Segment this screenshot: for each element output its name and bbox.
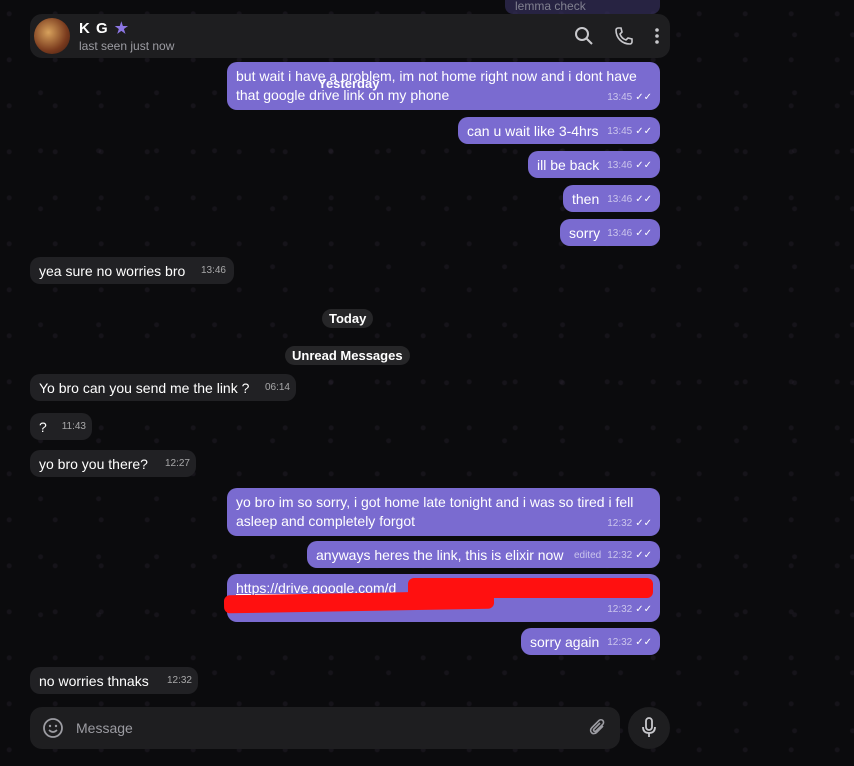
contact-status: last seen just now: [79, 39, 175, 53]
message-text: sorry: [569, 225, 601, 241]
phone-icon[interactable]: [614, 26, 634, 46]
message-incoming[interactable]: ? 11:43: [30, 413, 92, 440]
message-time: 13:46: [607, 194, 633, 205]
message-time: 12:32: [166, 675, 192, 686]
message-outgoing[interactable]: can u wait like 3-4hrs 13:45 ✓✓: [458, 117, 660, 144]
message-text: yea sure no worries bro: [39, 263, 186, 279]
edited-label: edited: [573, 550, 602, 561]
message-text: ?: [39, 419, 47, 435]
date-pill-yesterday: Yesterday: [318, 76, 380, 91]
message-outgoing[interactable]: then 13:46 ✓✓: [563, 185, 660, 212]
message-time: 13:45: [607, 126, 633, 137]
message-outgoing[interactable]: yo bro im so sorry, i got home late toni…: [227, 488, 660, 536]
message-text: sorry again: [530, 634, 600, 650]
double-check-icon: ✓✓: [635, 550, 652, 561]
ghost-message: lemma check: [505, 0, 660, 14]
header-info[interactable]: K G ★ last seen just now: [79, 19, 574, 54]
message-incoming[interactable]: yo bro you there? 12:27: [30, 450, 196, 477]
message-outgoing[interactable]: anyways heres the link, this is elixir n…: [307, 541, 660, 568]
contact-name: K G ★: [79, 19, 574, 38]
message-time: 13:46: [200, 265, 226, 276]
message-outgoing[interactable]: sorry 13:46 ✓✓: [560, 219, 660, 246]
message-input[interactable]: Message: [76, 720, 588, 736]
message-text: then: [572, 191, 600, 207]
avatar[interactable]: [34, 18, 70, 54]
microphone-icon: [640, 717, 658, 739]
message-incoming[interactable]: yea sure no worries bro 13:46: [30, 257, 234, 284]
message-text: Yo bro can you send me the link ?: [39, 380, 250, 396]
double-check-icon: ✓✓: [635, 194, 652, 205]
message-text: anyways heres the link, this is elixir n…: [316, 547, 564, 563]
message-outgoing[interactable]: ill be back 13:46 ✓✓: [528, 151, 660, 178]
message-text: no worries thnaks: [39, 673, 149, 689]
message-incoming[interactable]: Yo bro can you send me the link ? 06:14: [30, 374, 296, 401]
message-time: 12:27: [164, 458, 190, 469]
message-time: 11:43: [61, 421, 86, 432]
message-time: 12:32: [607, 550, 633, 561]
microphone-button[interactable]: [628, 707, 670, 749]
message-incoming[interactable]: no worries thnaks 12:32: [30, 667, 198, 694]
message-time: 13:46: [607, 160, 633, 171]
message-composer[interactable]: Message: [30, 707, 620, 749]
message-time: 12:32: [607, 518, 633, 529]
message-text: yo bro you there?: [39, 456, 148, 472]
attach-icon[interactable]: [588, 718, 608, 738]
contact-name-text: K G: [79, 19, 109, 37]
double-check-icon: ✓✓: [635, 604, 652, 615]
message-time: 13:46: [607, 228, 633, 239]
date-pill-today: Today: [322, 309, 374, 328]
message-text: can u wait like 3-4hrs: [467, 123, 599, 139]
message-text: ill be back: [537, 157, 600, 173]
double-check-icon: ✓✓: [635, 518, 652, 529]
unread-messages-divider: Unread Messages: [285, 346, 410, 365]
double-check-icon: ✓✓: [635, 637, 652, 648]
message-text: yo bro im so sorry, i got home late toni…: [236, 494, 634, 529]
chat-header[interactable]: K G ★ last seen just now: [30, 14, 670, 58]
double-check-icon: ✓✓: [635, 228, 652, 239]
message-time: 12:32: [607, 637, 633, 648]
double-check-icon: ✓✓: [635, 92, 652, 103]
message-text: but wait i have a problem, im not home r…: [236, 68, 637, 103]
message-outgoing[interactable]: sorry again 12:32 ✓✓: [521, 628, 660, 655]
emoji-icon[interactable]: [42, 717, 64, 739]
star-icon: ★: [114, 20, 130, 37]
more-options-icon[interactable]: [654, 26, 660, 46]
search-icon[interactable]: [574, 26, 594, 46]
message-time: 06:14: [264, 382, 290, 393]
message-time: 13:45: [607, 92, 633, 103]
message-time: 12:32: [607, 604, 633, 615]
double-check-icon: ✓✓: [635, 126, 652, 137]
message-outgoing[interactable]: but wait i have a problem, im not home r…: [227, 62, 660, 110]
double-check-icon: ✓✓: [635, 160, 652, 171]
